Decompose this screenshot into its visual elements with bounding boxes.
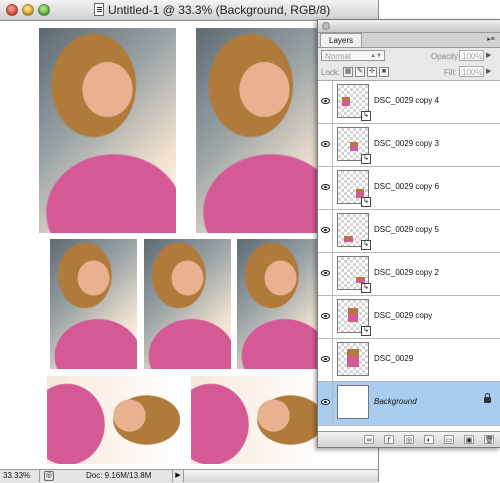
palette-titlebar[interactable] [318,20,500,33]
palette-tab-bar: Layers ▸≡ [318,33,500,48]
visibility-toggle[interactable] [318,296,333,338]
layer-name: DSC_0029 copy 2 [374,268,439,277]
layer-row[interactable]: ↳ DSC_0029 copy 5 [318,210,500,253]
photo-rotated-1[interactable] [47,376,180,464]
photo-medium-3[interactable] [237,239,324,369]
layer-thumbnail [337,342,369,376]
layer-row[interactable]: ↳ DSC_0029 copy 3 [318,124,500,167]
fill-label: Fill: [444,68,457,77]
layer-name: DSC_0029 copy 4 [374,96,439,105]
eye-icon [321,227,330,233]
photo-rotated-2[interactable] [191,376,324,464]
document-titlebar[interactable]: Untitled-1 @ 33.3% (Background, RGB/8) [0,0,378,21]
palette-close-button[interactable] [322,22,330,30]
blend-row: Normal ▲▼ Opacity: 100% ▶ [318,48,500,64]
lock-icon [484,393,491,403]
eye-icon [321,141,330,147]
horizontal-scrollbar[interactable] [184,470,378,482]
layer-row[interactable]: ↳ DSC_0029 copy [318,296,500,339]
close-window-button[interactable] [6,4,18,16]
visibility-toggle[interactable] [318,167,333,209]
photo-large-2[interactable] [196,28,333,233]
visibility-toggle[interactable] [318,339,333,381]
visibility-toggle[interactable] [318,382,333,424]
layer-row-selected[interactable]: Background [318,382,500,426]
tab-layers[interactable]: Layers [320,33,363,47]
link-layers-icon[interactable]: ∞ [364,435,374,444]
blend-mode-select[interactable]: Normal ▲▼ [321,50,385,61]
smart-link-icon: ↳ [361,197,371,207]
eye-icon [321,98,330,104]
document-icon [94,3,104,16]
status-info-icon[interactable]: ◎ [44,471,54,481]
eye-icon [321,313,330,319]
eye-icon [321,270,330,276]
layer-style-icon[interactable]: ƒ [384,435,394,444]
visibility-toggle[interactable] [318,81,333,123]
fill-arrow-icon[interactable]: ▶ [486,67,491,75]
layer-name: DSC_0029 [374,354,414,363]
photo-large-1[interactable] [39,28,176,233]
lock-all-icon[interactable]: ■ [379,67,389,77]
minimize-window-button[interactable] [22,4,34,16]
visibility-toggle[interactable] [318,253,333,295]
adjustment-layer-icon[interactable]: ◐ [424,435,434,444]
layers-palette: Layers ▸≡ Normal ▲▼ Opacity: 100% ▶ Lock… [317,19,500,448]
layer-name: DSC_0029 copy 6 [374,182,439,191]
smart-link-icon: ↳ [361,240,371,250]
status-menu-arrow-icon[interactable]: ▶ [172,470,184,482]
eye-icon [321,399,330,405]
smart-link-icon: ↳ [361,154,371,164]
layer-name: DSC_0029 copy 5 [374,225,439,234]
document-size-info: Doc: 9.16M/13.8M [86,471,152,480]
add-mask-icon[interactable]: ◎ [404,435,414,444]
blend-mode-value: Normal [325,52,351,61]
new-group-icon[interactable]: ▭ [444,435,454,444]
smart-link-icon: ↳ [361,326,371,336]
smart-link-icon: ↳ [361,111,371,121]
document-title: Untitled-1 @ 33.3% (Background, RGB/8) [108,3,331,17]
palette-menu-icon[interactable]: ▸≡ [486,35,496,44]
lock-row: Lock: ▦ ✎ ✛ ■ Fill: 100% ▶ [318,64,500,81]
layer-list: ↳ DSC_0029 copy 4 ↳ DSC_0029 copy 3 ↳ DS… [318,81,500,431]
visibility-toggle[interactable] [318,210,333,252]
photo-medium-1[interactable] [50,239,137,369]
zoom-level-field[interactable]: 33.33% [0,470,40,482]
status-bar: 33.33% ◎ Doc: 9.16M/13.8M ▶ [0,469,378,483]
smart-link-icon: ↳ [361,283,371,293]
layer-name: DSC_0029 copy [374,311,433,320]
layer-row[interactable]: DSC_0029 [318,339,500,382]
lock-image-icon[interactable]: ✎ [355,67,365,77]
lock-position-icon[interactable]: ✛ [367,67,377,77]
visibility-toggle[interactable] [318,124,333,166]
palette-bottom-toolbar: ∞ ƒ ◎ ◐ ▭ ▣ 🗑 [318,431,500,447]
layer-row[interactable]: ↳ DSC_0029 copy 4 [318,81,500,124]
layer-row[interactable]: ↳ DSC_0029 copy 6 [318,167,500,210]
lock-transparency-icon[interactable]: ▦ [343,67,353,77]
opacity-field[interactable]: 100% [459,50,484,61]
photo-medium-2[interactable] [144,239,231,369]
layer-name: Background [374,397,417,406]
trash-icon[interactable]: 🗑 [484,435,494,444]
lock-label: Lock: [321,68,341,77]
layer-name: DSC_0029 copy 3 [374,139,439,148]
new-layer-icon[interactable]: ▣ [464,435,474,444]
eye-icon [321,356,330,362]
zoom-window-button[interactable] [38,4,50,16]
opacity-label: Opacity: [431,52,461,61]
eye-icon [321,184,330,190]
layer-thumbnail [337,385,369,419]
fill-field[interactable]: 100% [459,66,484,77]
layer-row[interactable]: ↳ DSC_0029 copy 2 [318,253,500,296]
chevron-updown-icon: ▲▼ [370,53,382,59]
opacity-arrow-icon[interactable]: ▶ [486,51,491,59]
